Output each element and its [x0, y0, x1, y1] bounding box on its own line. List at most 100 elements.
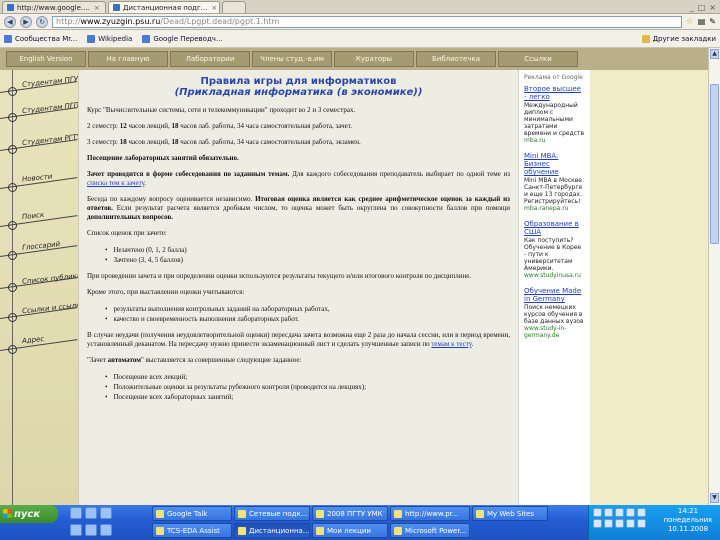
taskbar-button[interactable]: Microsoft Power... [390, 523, 470, 538]
media-player-icon[interactable] [85, 507, 97, 519]
ads-panel: Реклама от Google Второе высшее - легко М… [518, 70, 590, 505]
taskbar-button-active[interactable]: Дистанционна... [234, 523, 310, 538]
list-item: качество и своевременность выполнения ла… [105, 314, 510, 324]
ad-item[interactable]: Mini MBA. Бизнес обучение Mini MBA в Моск… [524, 152, 585, 212]
start-button[interactable]: пуск [0, 505, 58, 523]
minimize-icon[interactable]: _ [690, 3, 694, 12]
nav-curators[interactable]: Кураторы [334, 51, 414, 67]
web-page: English Version На главную Лаборатории Ч… [0, 48, 720, 505]
nav-members[interactable]: Члены студ.-в.им [252, 51, 332, 67]
forward-icon[interactable]: ▶ [20, 15, 32, 28]
sidebar-item[interactable]: Ссылки и ссылки [0, 300, 85, 336]
app-icon [316, 509, 324, 518]
app-icon [394, 526, 402, 535]
tray-icon[interactable] [637, 519, 646, 528]
scroll-thumb[interactable] [710, 84, 719, 244]
nav-labs[interactable]: Лаборатории [170, 51, 250, 67]
close-tab-icon[interactable]: × [94, 4, 100, 12]
sidebar-item[interactable]: Студентам PГТУ [0, 132, 82, 168]
ad-item[interactable]: Образование в США Как поступить? Обучение… [524, 220, 585, 279]
sidebar-item[interactable]: Адрес [0, 332, 78, 368]
nav-links[interactable]: Ссылки [498, 51, 578, 67]
reload-icon[interactable]: ↻ [36, 15, 48, 28]
wrench-icon[interactable]: ✎ [709, 17, 716, 26]
other-bookmarks[interactable]: Другие закладки [641, 34, 716, 43]
ad-item[interactable]: Обучение Made in Germany Поиск немецких к… [524, 287, 585, 339]
tray-icon[interactable] [626, 519, 635, 528]
page-background-right [590, 70, 708, 505]
address-input[interactable]: http://www.zyuzgin.psu.ru/Dead/Lpgpt.dea… [52, 15, 682, 28]
url-path: /Dead/Lpgpt.dead/pgpt.1.htm [160, 17, 280, 26]
taskbar-button[interactable]: My Web Sites [472, 506, 548, 521]
bookmark-item[interactable]: Wikipedia [87, 34, 132, 43]
tray-icon[interactable] [615, 508, 624, 517]
taskbar-button[interactable]: http://www.pr... [390, 506, 470, 521]
browser-tab-active[interactable]: Дистанционная подг... × [108, 1, 220, 13]
ad-item[interactable]: Второе высшее - легко Международный дипло… [524, 85, 585, 144]
desktop-icon[interactable] [70, 507, 82, 519]
clock-day: понедельник [663, 516, 713, 524]
taskbar-button[interactable]: TCS-EDA Assist [152, 523, 232, 538]
bookmark-item[interactable]: Google Переводч... [142, 34, 223, 43]
paragraph: Посещение лабораторных занятий обязатель… [87, 154, 510, 163]
app-icon[interactable] [70, 524, 82, 536]
close-tab-icon[interactable]: × [211, 4, 217, 12]
taskbar-button[interactable]: 2008 ПГТУ УМК [312, 506, 388, 521]
taskbar-button-label: My Web Sites [487, 509, 534, 518]
scroll-down-icon[interactable]: ▼ [710, 493, 719, 503]
taskbar-button[interactable]: Сетевые подк... [234, 506, 310, 521]
nav-library[interactable]: Библиотечка [416, 51, 496, 67]
app-icon[interactable] [100, 524, 112, 536]
taskbar-button[interactable]: Google Talk [152, 506, 232, 521]
paragraph: Зачет проводится в форме собеседования п… [87, 170, 510, 188]
browser-tab[interactable]: http://www.google.... × [2, 1, 106, 13]
app-icon[interactable] [85, 524, 97, 536]
nav-home[interactable]: На главную [88, 51, 168, 67]
app-icon [394, 509, 402, 518]
text: часов лаб. работы, 34 часа самостоятельн… [178, 122, 353, 130]
clock[interactable]: 14:21 понедельник 10.11.2008 [657, 507, 719, 534]
taskbar-button-label: Мои лекции [327, 526, 371, 535]
circle-icon [8, 313, 17, 322]
tray-icon[interactable] [604, 519, 613, 528]
star-icon[interactable]: ☆ [686, 17, 694, 27]
sidebar-item[interactable]: Студентам ПГПУ [0, 100, 84, 136]
tray-icon[interactable] [615, 519, 624, 528]
tray-icon[interactable] [593, 508, 602, 517]
test-topics-link[interactable]: темам к тесту [431, 340, 471, 348]
circle-icon [8, 87, 17, 96]
browser-icon[interactable] [100, 507, 112, 519]
nav-english[interactable]: English Version [6, 51, 86, 67]
sidebar-item[interactable]: Глоссарий [0, 238, 78, 274]
text-bold: автоматом [107, 356, 141, 364]
scroll-up-icon[interactable]: ▲ [710, 49, 719, 59]
text-bold: Посещение лабораторных занятий обязатель… [87, 154, 239, 162]
app-icon [476, 509, 484, 518]
maximize-icon[interactable]: □ [698, 3, 706, 12]
page-title: Правила игры для информатиков [200, 76, 397, 87]
url-domain: www.zyuzgin.psu.ru [80, 17, 161, 26]
back-icon[interactable]: ◀ [4, 15, 16, 28]
paragraph: "Зачет автоматом" выставляется за соверш… [87, 356, 510, 365]
page-menu-icon[interactable]: ▤ [698, 17, 706, 26]
vertical-scrollbar[interactable]: ▲ ▼ [708, 48, 720, 505]
tray-icon[interactable] [604, 508, 613, 517]
tray-icon[interactable] [626, 508, 635, 517]
tray-icon[interactable] [593, 519, 602, 528]
ad-title[interactable]: Второе высшее - легко [524, 85, 585, 101]
bookmark-item[interactable]: Сообщества Mr... [4, 34, 77, 43]
page-subtitle: (Прикладная информатика (в экономике)) [174, 87, 423, 98]
text: 2 семестр: [87, 122, 120, 130]
tray-icon[interactable] [637, 508, 646, 517]
topics-link[interactable]: списка тем к зачету [87, 179, 144, 187]
taskbar-button[interactable]: Мои лекции [312, 523, 388, 538]
quick-launch-row-2 [70, 524, 112, 536]
new-tab-button[interactable] [222, 1, 246, 13]
text: "Зачет [87, 356, 108, 364]
close-window-icon[interactable]: × [709, 3, 716, 12]
sidebar-item[interactable]: Новости [0, 170, 78, 206]
ad-title[interactable]: Образование в США [524, 220, 585, 236]
folder-icon [641, 34, 650, 43]
ad-title[interactable]: Обучение Made in Germany [524, 287, 585, 303]
ad-title[interactable]: Mini MBA. Бизнес обучение [524, 152, 585, 176]
